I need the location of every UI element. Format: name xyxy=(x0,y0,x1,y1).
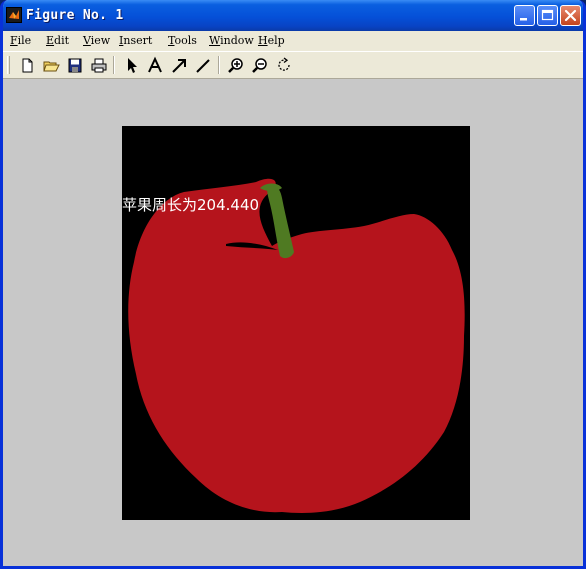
select-arrow-icon xyxy=(128,58,137,73)
insert-text-button[interactable] xyxy=(145,56,165,75)
figure-window: Figure No. 1 File Edit View Insert Tools… xyxy=(0,0,586,569)
menu-tools[interactable]: Tools xyxy=(168,34,197,47)
rotate-3d-button[interactable] xyxy=(274,56,294,75)
menu-insert[interactable]: Insert xyxy=(119,34,152,47)
perimeter-label: 苹果周长为204.440 xyxy=(122,196,260,214)
edit-plot-button[interactable] xyxy=(121,56,141,75)
toolbar-separator xyxy=(218,56,220,74)
minimize-button[interactable] xyxy=(514,5,535,26)
open-folder-icon xyxy=(43,61,60,72)
new-file-icon xyxy=(22,58,33,73)
menu-bar: File Edit View Insert Tools Window Help xyxy=(3,31,583,51)
toolbar-grip[interactable] xyxy=(7,56,10,74)
menu-window[interactable]: Window xyxy=(209,34,254,47)
save-icon xyxy=(68,58,82,73)
image-axes xyxy=(122,126,470,520)
insert-arrow-button[interactable] xyxy=(169,56,189,75)
menu-view[interactable]: View xyxy=(83,34,110,47)
figure-canvas: 苹果周长为204.440 xyxy=(3,79,583,566)
close-button[interactable] xyxy=(560,5,581,26)
minimize-icon xyxy=(520,18,527,21)
menu-edit[interactable]: Edit xyxy=(46,34,69,47)
zoom-out-icon xyxy=(252,58,267,73)
menu-file[interactable]: File xyxy=(10,34,31,47)
title-bar[interactable]: Figure No. 1 xyxy=(3,0,583,31)
apple-body xyxy=(128,178,465,513)
matlab-icon[interactable] xyxy=(6,7,22,23)
insert-line-icon xyxy=(196,59,210,73)
open-file-button[interactable] xyxy=(41,56,61,75)
window-title: Figure No. 1 xyxy=(26,8,124,23)
zoom-in-icon xyxy=(228,58,243,73)
toolbar xyxy=(3,51,583,79)
insert-line-button[interactable] xyxy=(193,56,213,75)
apple-image xyxy=(128,178,465,513)
rotate-3d-icon xyxy=(278,57,290,71)
maximize-button[interactable] xyxy=(537,5,558,26)
toolbar-separator xyxy=(113,56,115,74)
menu-help[interactable]: Help xyxy=(258,34,285,47)
zoom-out-button[interactable] xyxy=(250,56,270,75)
close-icon xyxy=(564,9,577,22)
save-button[interactable] xyxy=(65,56,85,75)
print-icon xyxy=(91,58,107,73)
insert-arrow-icon xyxy=(172,59,186,73)
maximize-icon xyxy=(541,9,554,21)
insert-text-icon xyxy=(148,56,162,73)
new-figure-button[interactable] xyxy=(17,56,37,75)
zoom-in-button[interactable] xyxy=(226,56,246,75)
print-button[interactable] xyxy=(89,56,109,75)
